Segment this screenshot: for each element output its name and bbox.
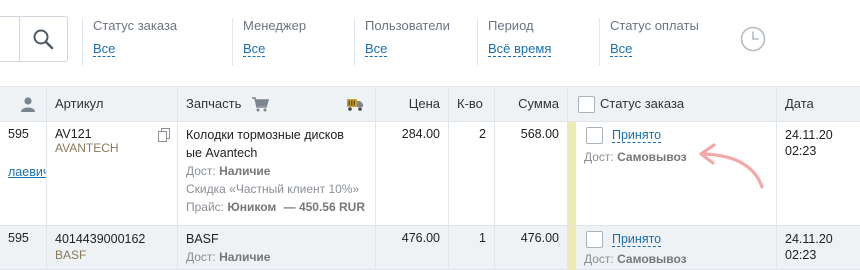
part-delivery: Дост: Наличие (186, 162, 367, 180)
truck-icon (347, 99, 363, 111)
row-id-cell: 595 (8, 231, 29, 245)
filter-order-status-label: Статус заказа (93, 18, 178, 33)
shipping-value: Самовывоз (617, 150, 687, 164)
shipping-value: Самовывоз (617, 252, 687, 266)
price-cell: 284.00 (375, 122, 448, 225)
filter-manager-value[interactable]: Все (243, 42, 266, 57)
table-header: Артикул Запчасть Цена К-во Сумма Статус … (0, 86, 860, 122)
qty-cell: 2 (448, 122, 494, 225)
part-price-label: Прайс: (186, 200, 225, 214)
filter-payment-status-label: Статус оплаты (610, 18, 699, 33)
part-name-line2: ые Avantech (186, 146, 258, 160)
header-part-label[interactable]: Запчасть (178, 87, 249, 121)
part-delivery: Дост: Наличие (186, 248, 367, 266)
part-cell: Колодки тормозные дисков ые Avantech Дос… (177, 122, 375, 225)
row-checkbox[interactable] (586, 231, 603, 248)
header-order-status-label[interactable]: Статус заказа (592, 87, 692, 121)
qty-cell: 1 (448, 226, 494, 269)
cart-icon (252, 97, 269, 112)
part-cell: BASF Дост: Наличие (177, 226, 375, 269)
row-checkbox[interactable] (586, 127, 603, 144)
part-name-line1: BASF (186, 232, 219, 246)
shipping-label: Дост: (584, 150, 614, 164)
table-row[interactable]: 595 4014439000162 BASF BASF Дост: Наличи… (0, 226, 860, 270)
order-status-link[interactable]: Принято (612, 232, 662, 247)
shipping-info: Дост: Самовывоз (584, 150, 687, 164)
filter-bar: Статус заказа Все Менеджер Все Пользоват… (0, 0, 860, 86)
part-price-ref: — 450.56 RUR (284, 200, 365, 214)
header-qty[interactable]: К-во (448, 87, 494, 121)
order-time: 02:23 (785, 144, 817, 158)
sum-cell: 568.00 (494, 122, 567, 225)
filter-manager-label: Менеджер (243, 18, 307, 33)
clock-icon[interactable] (740, 26, 766, 52)
order-date: 24.11.20 (785, 232, 833, 246)
price-cell: 476.00 (375, 226, 448, 269)
order-time: 02:23 (785, 248, 817, 262)
order-status-cell: Принято Дост: Самовывоз (567, 226, 776, 270)
annotation-arrow (699, 143, 764, 189)
status-color-strip (568, 122, 576, 225)
part-price-ref-value: — 450.56 RUR (283, 200, 365, 214)
filter-users: Пользователи Все (354, 18, 450, 66)
article-number: 4014439000162 (55, 232, 146, 246)
filter-payment-status-value[interactable]: Все (610, 42, 633, 57)
part-price-source-name: Юником (227, 200, 277, 214)
date-cell: 24.11.20 02:23 (776, 226, 860, 269)
article-brand: AVANTECH (55, 141, 119, 155)
filter-users-value[interactable]: Все (365, 42, 388, 57)
part-price-source: Прайс: Юником — 450.56 RUR (186, 198, 367, 216)
filter-manager: Менеджер Все (232, 18, 306, 66)
header-user (0, 87, 46, 121)
article-cell: 4014439000162 BASF (46, 226, 177, 269)
shipping-label: Дост: (584, 252, 614, 266)
header-order-status: Статус заказа (567, 87, 776, 121)
status-color-strip (568, 226, 576, 270)
article-number: AV121 (55, 127, 92, 141)
part-delivery-label: Дост: (186, 164, 216, 178)
filter-users-label: Пользователи (365, 18, 450, 33)
header-price[interactable]: Цена (375, 87, 448, 121)
filter-period-value[interactable]: Всё время (488, 42, 552, 57)
article-cell: AV121 AVANTECH (46, 122, 177, 225)
date-cell: 24.11.20 02:23 (776, 122, 860, 225)
part-name-line1: Колодки тормозные дисков (186, 128, 344, 142)
order-date: 24.11.20 (785, 128, 833, 142)
search-icon (33, 29, 54, 50)
filter-period: Период Всё время (477, 18, 552, 66)
filter-order-status: Статус заказа Все (82, 18, 177, 66)
shipping-info: Дост: Самовывоз (584, 252, 687, 266)
filter-order-status-value[interactable]: Все (93, 42, 116, 57)
copy-icon[interactable] (158, 128, 170, 142)
sum-cell: 476.00 (494, 226, 567, 269)
header-article[interactable]: Артикул (46, 87, 177, 121)
header-date[interactable]: Дата (776, 87, 860, 121)
part-delivery-value: Наличие (219, 164, 271, 178)
header-sum[interactable]: Сумма (494, 87, 567, 121)
client-link[interactable]: лаевич (8, 165, 46, 179)
filter-payment-status: Статус оплаты Все (599, 18, 699, 66)
article-brand: BASF (55, 248, 87, 262)
search-divider (19, 17, 20, 61)
search-button[interactable] (0, 16, 68, 62)
filter-period-label: Период (488, 18, 534, 33)
part-delivery-label: Дост: (186, 250, 216, 264)
order-status-link[interactable]: Принято (612, 128, 662, 143)
part-discount: Скидка «Частный клиент 10%» (186, 182, 360, 196)
row-id-cell: 595 лаевич (0, 122, 46, 225)
header-part: Запчасть (177, 87, 375, 121)
part-delivery-value: Наличие (219, 250, 271, 264)
order-id: 595 (8, 127, 29, 141)
user-icon (21, 97, 35, 112)
